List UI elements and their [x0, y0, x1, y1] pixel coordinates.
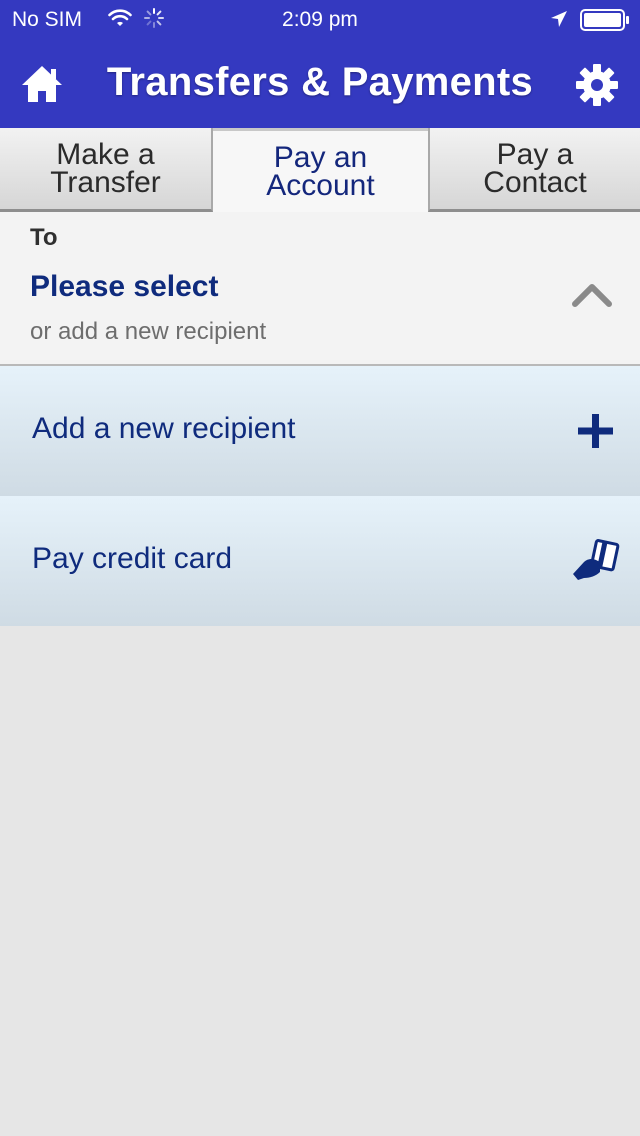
tab-bar: Make a Transfer Pay an Account Pay a Con…	[0, 128, 640, 212]
tab-label: Pay an Account	[266, 140, 375, 202]
header: No SIM 2:09 pm Transfers & Payments	[0, 0, 640, 128]
screen: No SIM 2:09 pm Transfers & Payments Make…	[0, 0, 640, 1136]
tab-label: Pay a Contact	[483, 137, 587, 199]
add-recipient-option[interactable]: Add a new recipient	[0, 366, 640, 496]
recipient-select-value[interactable]: Please select	[30, 270, 218, 304]
battery-icon	[580, 9, 629, 31]
add-recipient-label: Add a new recipient	[32, 412, 296, 445]
tab-label: Make a Transfer	[50, 137, 161, 199]
navbar: Transfers & Payments	[0, 40, 640, 128]
page-title: Transfers & Payments	[106, 60, 534, 104]
gear-icon[interactable]	[574, 62, 620, 108]
to-label: To	[30, 224, 58, 251]
tab-pay-account[interactable]: Pay an Account	[213, 128, 428, 212]
tab-pay-contact[interactable]: Pay a Contact	[428, 128, 640, 212]
pay-credit-card-option[interactable]: Pay credit card	[0, 496, 640, 626]
location-arrow-icon	[551, 11, 567, 27]
plus-icon	[578, 414, 613, 448]
recipient-select-hint: or add a new recipient	[30, 318, 267, 345]
tab-make-transfer[interactable]: Make a Transfer	[0, 128, 213, 212]
chevron-up-icon[interactable]	[572, 280, 612, 308]
pay-credit-card-label: Pay credit card	[32, 542, 233, 575]
credit-card-hand-icon	[573, 539, 620, 580]
recipient-selector[interactable]: To Please select or add a new recipient	[0, 212, 640, 366]
status-bar: No SIM 2:09 pm	[0, 0, 640, 40]
home-icon[interactable]	[18, 60, 66, 108]
status-time: 2:09 pm	[282, 8, 358, 31]
